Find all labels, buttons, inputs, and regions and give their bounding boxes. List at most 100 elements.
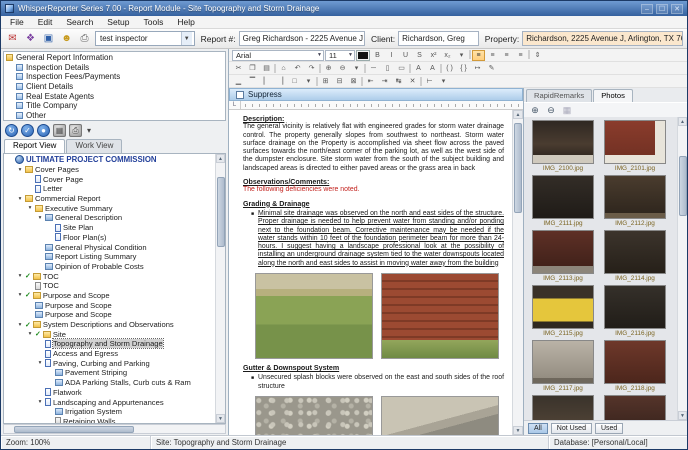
photo-thumbnail[interactable] [602, 395, 668, 420]
general-info-root[interactable]: General Report Information [6, 53, 225, 63]
subscript-button[interactable]: x₂ [441, 50, 454, 61]
tab-work-view[interactable]: Work View [66, 139, 123, 153]
menu-edit[interactable]: Edit [31, 17, 60, 27]
tree-item[interactable]: ▾ ✓ Purpose and Scope [5, 291, 215, 301]
tree-item[interactable]: Irrigation System [5, 407, 215, 417]
zoom-out-button[interactable]: ⊖ [336, 63, 349, 74]
zoom-in-button[interactable]: ⊕ [322, 63, 335, 74]
refresh-tree-icon[interactable]: ↻ [5, 124, 18, 137]
scrollbar-thumb[interactable] [14, 425, 134, 433]
open-report-icon[interactable]: ✉ [5, 31, 20, 46]
thumbnail-image[interactable] [532, 175, 594, 219]
chevron-icon[interactable]: ▾ [37, 360, 43, 366]
chevron-icon[interactable]: ▾ [17, 196, 23, 202]
copy-button[interactable]: ❐ [246, 63, 259, 74]
bold-button[interactable]: B [371, 50, 384, 61]
menu-help[interactable]: Help [170, 17, 201, 27]
check-sections-icon[interactable]: ✓ [21, 124, 34, 137]
tree-horizontal-scrollbar[interactable] [3, 424, 226, 434]
border-right-button[interactable]: ▕ [274, 76, 287, 87]
tree-item[interactable]: ▾ Paving, Curbing and Parking [5, 358, 215, 368]
print-icon[interactable]: ⎙ [77, 31, 92, 46]
thumbnail-image[interactable] [532, 120, 594, 164]
tree-item[interactable]: Access and Egress [5, 349, 215, 359]
chevron-icon[interactable]: ▾ [17, 167, 23, 173]
cut-button[interactable]: ✂ [232, 63, 245, 74]
border-left-button[interactable]: ▏ [260, 76, 273, 87]
thumbnail-image[interactable] [604, 230, 666, 274]
tab-rapidremarks[interactable]: RapidRemarks [526, 89, 593, 102]
thumbnail-image[interactable] [532, 340, 594, 384]
report-photo-gutter-2[interactable] [381, 395, 499, 435]
scroll-up-icon[interactable]: ▲ [678, 117, 687, 126]
merge-cells-button[interactable]: ⊢ [423, 76, 436, 87]
tree-item[interactable]: TOC [5, 281, 215, 291]
page-setup-button[interactable]: ▯ [381, 63, 394, 74]
IMG_2113.jpg[interactable]: IMG_2113.jpg [530, 230, 596, 282]
editor-vertical-scrollbar[interactable]: ▲ ▼ [512, 110, 523, 435]
filter-all-button[interactable]: All [528, 422, 548, 434]
line-spacing-button[interactable]: ⇕ [531, 50, 544, 61]
tree-item[interactable]: ▾ General Description [5, 213, 215, 223]
scroll-up-icon[interactable]: ▲ [216, 154, 225, 163]
tree-options-caret-icon[interactable]: ▾ [85, 124, 93, 137]
tree-item[interactable]: ▾ Cover Pages [5, 165, 215, 175]
scrollbar-thumb[interactable] [216, 177, 225, 247]
report-photo-grading-1[interactable] [255, 273, 373, 360]
tab-photos[interactable]: Photos [593, 89, 633, 102]
menu-tools[interactable]: Tools [137, 17, 171, 27]
tree-item[interactable]: Topography and Storm Drainage [5, 338, 215, 350]
spellcheck-button[interactable]: ✎ [485, 63, 498, 74]
navigate-icon[interactable]: ● [37, 124, 50, 137]
thumbnail-image[interactable] [532, 285, 594, 329]
scrollbar-thumb[interactable] [514, 123, 522, 213]
IMG_2115.jpg[interactable]: IMG_2115.jpg [530, 285, 596, 337]
editor-toolbar-button[interactable] [364, 63, 366, 73]
align-justify-button[interactable]: ≡ [514, 50, 527, 61]
photo-zoom-out-icon[interactable]: ⊖ [545, 104, 557, 116]
save-icon[interactable]: ▣ [41, 31, 56, 46]
font-color-button[interactable] [356, 49, 370, 61]
editor-toolbar-button[interactable] [440, 63, 442, 73]
IMG_2111.jpg[interactable]: IMG_2111.jpg [530, 175, 596, 227]
general-info-item[interactable]: Real Estate Agents [6, 91, 225, 101]
border-all-button[interactable]: □ [288, 76, 301, 87]
page-break-button[interactable]: ▭ [395, 63, 408, 74]
tree-item[interactable]: Pavement Striping [5, 368, 215, 378]
IMG_2117.jpg[interactable]: IMG_2117.jpg [530, 340, 596, 392]
insert-row-button[interactable]: ⊟ [333, 76, 346, 87]
find-button[interactable]: A [412, 63, 425, 74]
menu-setup[interactable]: Setup [100, 17, 136, 27]
strikethrough-button[interactable]: S [413, 50, 426, 61]
thumbnail-image[interactable] [604, 120, 666, 164]
thumbnail-image[interactable] [604, 285, 666, 329]
filter-not-used-button[interactable]: Not Used [550, 422, 592, 434]
filter-used-button[interactable]: Used [594, 422, 624, 434]
tab-stop-selector[interactable]: L [229, 101, 241, 109]
superscript-button[interactable]: x² [427, 50, 440, 61]
scroll-down-icon[interactable]: ▼ [513, 426, 523, 435]
align-right-button[interactable]: ≡ [500, 50, 513, 61]
contacts-icon[interactable]: ❖ [23, 31, 38, 46]
suppress-checkbox[interactable] [236, 90, 244, 99]
editor-toolbar-button[interactable] [420, 76, 422, 86]
borders-caret[interactable]: ▾ [302, 76, 315, 87]
IMG_2100.jpg[interactable]: IMG_2100.jpg [530, 120, 596, 172]
tree-item[interactable]: Purpose and Scope [5, 310, 215, 320]
editor-toolbar-button[interactable] [469, 49, 471, 59]
tree-item[interactable]: Retaining Walls [5, 417, 215, 423]
property-field[interactable]: Richardson, 2225 Avenue J, Arlington, TX… [522, 31, 683, 46]
document-page[interactable]: Description: The general vicinity is rel… [229, 110, 512, 435]
chevron-icon[interactable]: ▾ [17, 322, 23, 328]
insert-table-button[interactable]: ⊞ [319, 76, 332, 87]
general-info-item[interactable]: Inspection Fees/Payments [6, 72, 225, 82]
tree-item[interactable]: ▾ Commercial Report [5, 194, 215, 204]
photo-thumbnail[interactable] [530, 395, 596, 420]
thumbnail-image[interactable] [604, 340, 666, 384]
chevron-icon[interactable]: ▾ [27, 331, 33, 337]
scroll-up-icon[interactable]: ▲ [513, 110, 523, 119]
tree-item[interactable]: Letter [5, 184, 215, 194]
editor-toolbar-button[interactable] [361, 76, 363, 86]
scrollbar-thumb[interactable] [678, 156, 687, 216]
tab-report-view[interactable]: Report View [4, 139, 66, 153]
